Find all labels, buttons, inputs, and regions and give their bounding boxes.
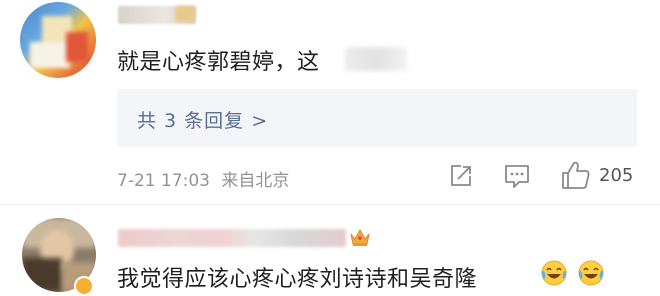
member-badge xyxy=(175,6,195,22)
comment-meta: 7-21 17:03 来自北京 xyxy=(117,166,289,191)
comment-icon[interactable] xyxy=(503,163,531,189)
share-icon[interactable] xyxy=(448,163,474,189)
crown-icon xyxy=(348,226,372,248)
divider xyxy=(0,204,660,205)
comment-text: 就是心疼郭碧婷，这 xyxy=(117,50,320,75)
verified-badge xyxy=(74,276,94,296)
timestamp: 7-21 17:03 xyxy=(117,171,210,191)
laugh-cry-emoji xyxy=(540,259,568,287)
like-count: 205 xyxy=(599,165,634,186)
like-icon[interactable] xyxy=(560,159,592,191)
censored-mosaic xyxy=(345,47,407,71)
laugh-cry-emoji xyxy=(577,259,605,287)
view-replies-link[interactable]: 共 3 条回复 > xyxy=(137,106,268,133)
location: 来自北京 xyxy=(221,171,290,191)
comment-text: 我觉得应该心疼心疼刘诗诗和吴奇隆 xyxy=(117,267,478,292)
username-blurred[interactable] xyxy=(118,229,346,247)
avatar[interactable] xyxy=(20,2,96,78)
